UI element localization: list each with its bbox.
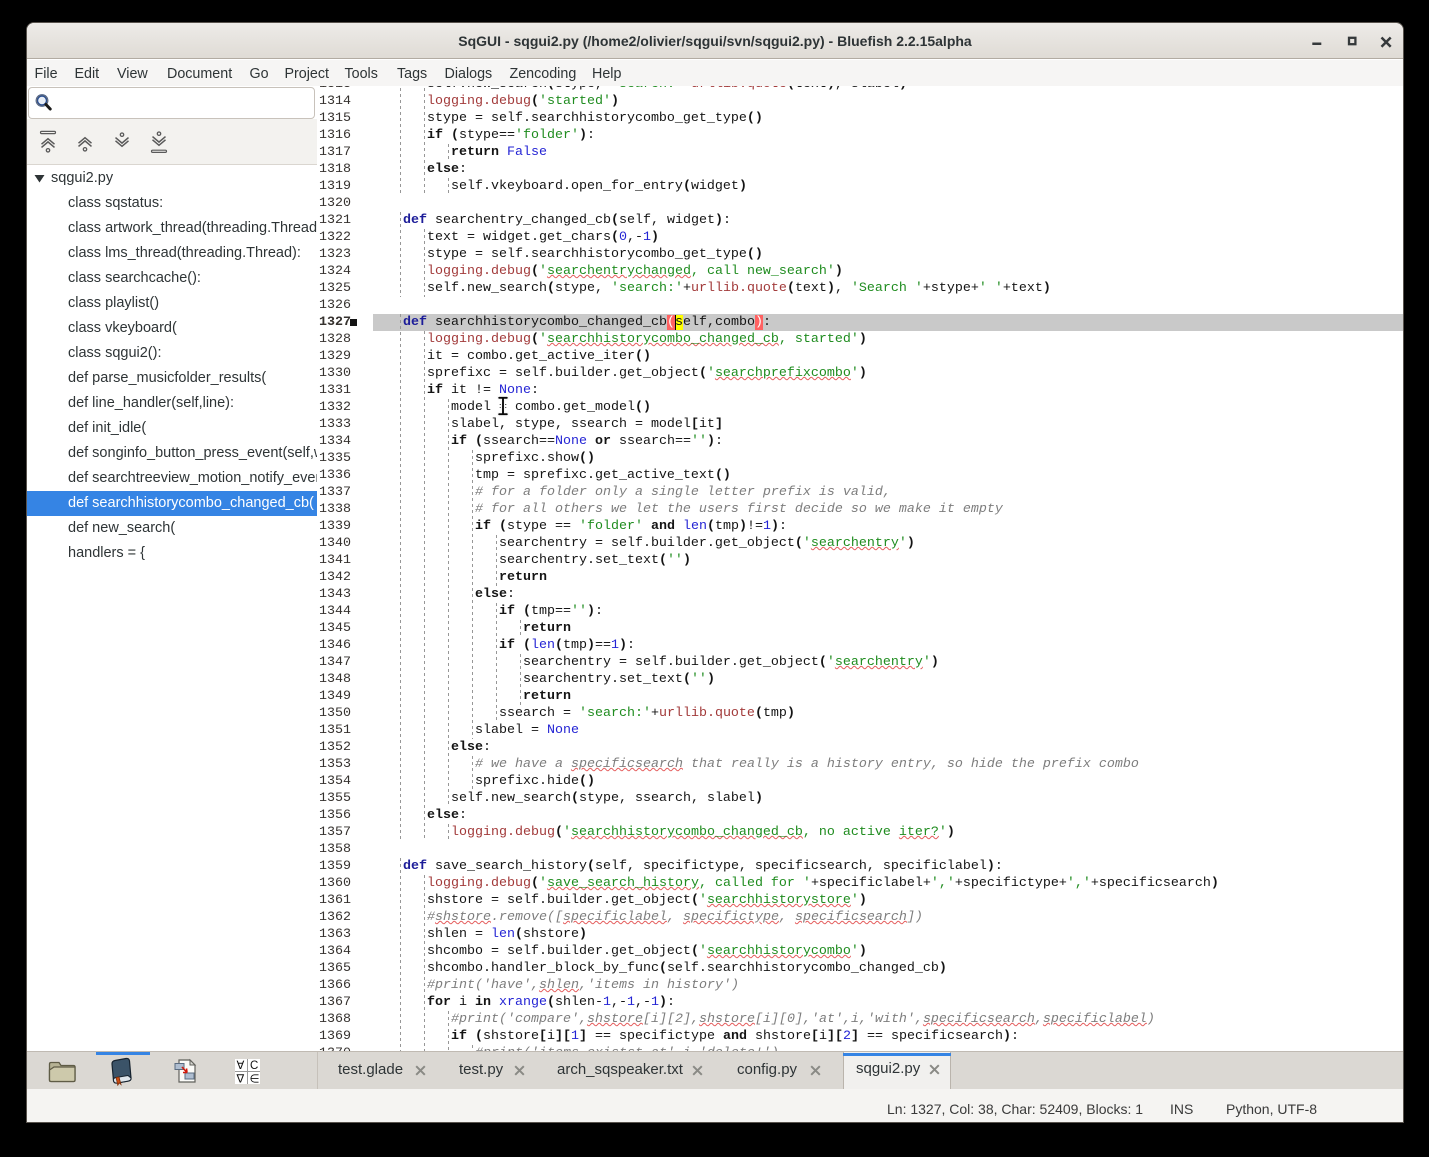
svg-text:∀: ∀ [237,1060,246,1072]
svg-text:∈: ∈ [250,1073,260,1085]
svg-text:∇: ∇ [236,1073,246,1085]
svg-text:C: C [250,1060,258,1072]
